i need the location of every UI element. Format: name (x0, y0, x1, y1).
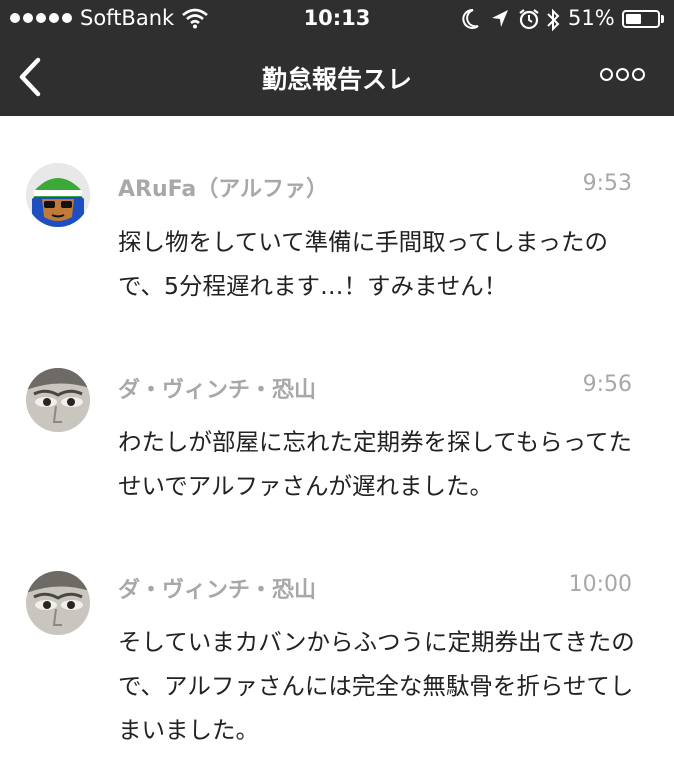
message-time: 9:53 (582, 171, 632, 196)
message-text: そしていまカバンからふつうに定期券出てきたので、アルファさんには完全な無駄骨を折… (118, 628, 635, 744)
message-text: わたしが部屋に忘れた定期券を探してもらってたせいでアルファさんが遅れました。 (118, 428, 632, 500)
message-author: ダ・ヴィンチ・恐山 (118, 378, 317, 403)
navigation-bar: 勤怠報告スレ (0, 38, 674, 116)
avatar-davinci[interactable] (26, 368, 90, 432)
message-time: 10:00 (568, 572, 632, 597)
message-item: ARuFa（アルファ） 9:53 探し物をしていて準備に手間取ってしまったので、… (0, 116, 674, 346)
battery-icon (622, 10, 660, 28)
message-author: ダ・ヴィンチ・恐山 (118, 578, 317, 603)
avatar-davinci[interactable] (26, 571, 90, 635)
battery-tip (661, 15, 664, 23)
battery-percent: 51% (568, 6, 615, 30)
avatar-arufa[interactable] (26, 163, 90, 227)
message-author: ARuFa（アルファ） (118, 177, 328, 202)
battery-level (626, 14, 641, 24)
alarm-icon (519, 9, 539, 30)
message-item: ダ・ヴィンチ・恐山 9:56 わたしが部屋に忘れた定期券を探してもらってたせいで… (0, 346, 674, 556)
thread-title: 勤怠報告スレ (261, 65, 412, 94)
app-header: SoftBank 10:13 51% 勤怠報告スレ (0, 0, 674, 116)
message-text: 探し物をしていて準備に手間取ってしまったので、5分程遅れます…！すみません！ (118, 228, 608, 300)
location-arrow-icon (492, 10, 508, 27)
status-bar: SoftBank 10:13 51% (0, 0, 674, 38)
message-item: ダ・ヴィンチ・恐山 10:00 そしていまカバンからふつうに定期券出てきたので、… (0, 556, 674, 781)
bluetooth-icon (547, 8, 560, 32)
more-options-icon[interactable] (600, 68, 645, 81)
moon-icon (462, 8, 479, 29)
message-time: 9:56 (582, 372, 632, 397)
